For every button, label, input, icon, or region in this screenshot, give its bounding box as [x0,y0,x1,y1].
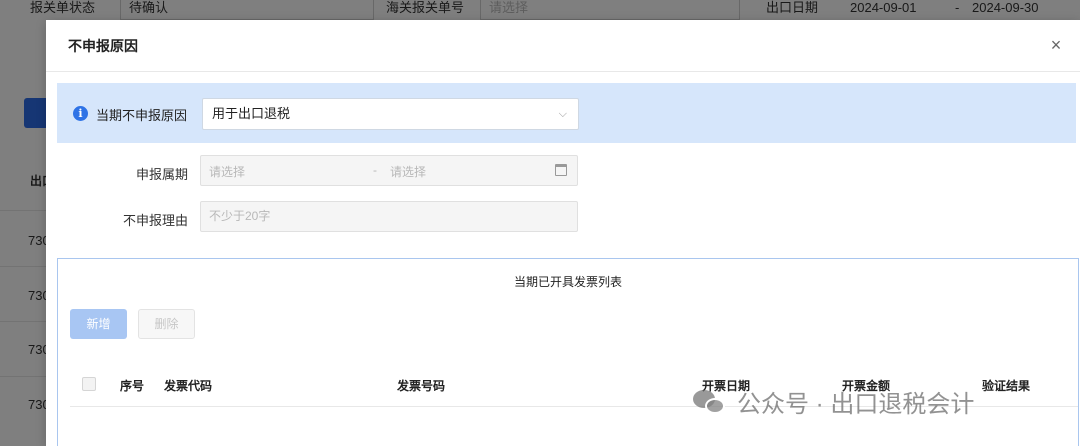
add-invoice-button[interactable]: 新增 [70,309,127,339]
dialog-title: 不申报原因 [68,37,138,54]
period-range-picker[interactable]: 请选择 - 请选择 [200,155,578,186]
calendar-icon [555,164,567,176]
period-end-placeholder: 请选择 [390,165,427,179]
chevron-down-icon: ⌵ [558,108,567,120]
invoice-panel-title: 当期已开具发票列表 [513,275,622,289]
reason-text-input[interactable]: 不少于20字 [200,201,578,232]
reason-bar: i 当期不申报原因 用于出口退税 ⌵ [57,83,1076,143]
period-label: 申报属期 [135,167,188,182]
reason-select-value: 用于出口退税 [212,106,291,121]
close-icon[interactable]: × [1046,35,1066,55]
info-icon: i [73,106,88,121]
select-all-checkbox[interactable] [82,377,96,391]
delete-invoice-button[interactable]: 删除 [138,309,195,339]
column-header-invoice-code: 发票代码 [164,379,213,393]
watermark-text: 公众号 · 出口退税会计 [737,391,975,418]
period-start-placeholder: 请选择 [209,165,246,179]
reason-label: 当期不申报原因 [96,108,188,123]
column-header-index: 序号 [120,379,145,393]
dialog-header: 不申报原因 × [46,20,1080,72]
no-declare-reason-dialog: 不申报原因 × i 当期不申报原因 用于出口退税 ⌵ 申报属期 请选择 - 请选… [46,20,1080,446]
watermark: 公众号 · 出口退税会计 [693,384,974,419]
reason-select[interactable]: 用于出口退税 ⌵ [202,98,579,130]
wechat-icon [693,388,727,416]
column-header-verify-result: 验证结果 [982,379,1031,393]
reason-text-label: 不申报理由 [122,213,188,228]
column-header-invoice-number: 发票号码 [397,379,446,393]
period-range-separator: - [373,163,377,177]
